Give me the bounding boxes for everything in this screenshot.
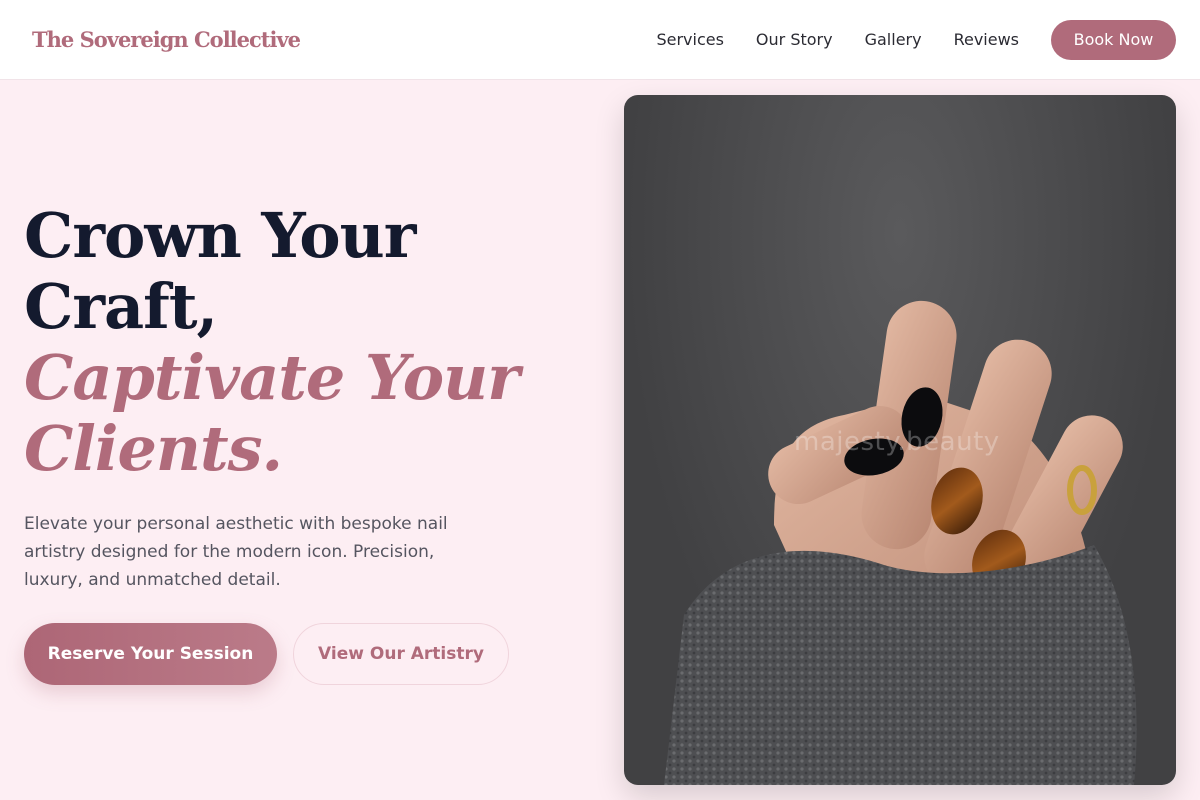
nav-link-our-story[interactable]: Our Story [756,30,833,49]
main-nav: Services Our Story Gallery Reviews Book … [656,19,1176,60]
headline-accent-line-1: Captivate Your [24,341,520,414]
site-header: The Sovereign Collective Services Our St… [0,0,1200,80]
brand-logo[interactable]: The Sovereign Collective [32,27,301,52]
nav-link-services[interactable]: Services [656,30,723,49]
hero-photo: majesty.beauty [624,95,1176,785]
book-now-button[interactable]: Book Now [1051,19,1176,60]
view-artistry-button[interactable]: View Our Artistry [293,623,509,685]
headline-line-2: Craft, [24,270,218,343]
hero-cta-row: Reserve Your Session View Our Artistry [24,623,509,685]
nav-link-gallery[interactable]: Gallery [865,30,922,49]
hero-copy: Crown Your Craft, Captivate Your Clients… [24,200,584,594]
photo-watermark: majesty.beauty [794,427,1000,457]
reserve-session-button[interactable]: Reserve Your Session [24,623,277,685]
headline-accent-line-2: Clients. [24,412,283,485]
headline-line-1: Crown Your [24,199,416,272]
hero-headline: Crown Your Craft, Captivate Your Clients… [24,200,584,484]
hero-subtext: Elevate your personal aesthetic with bes… [24,514,448,590]
nav-link-reviews[interactable]: Reviews [954,30,1019,49]
